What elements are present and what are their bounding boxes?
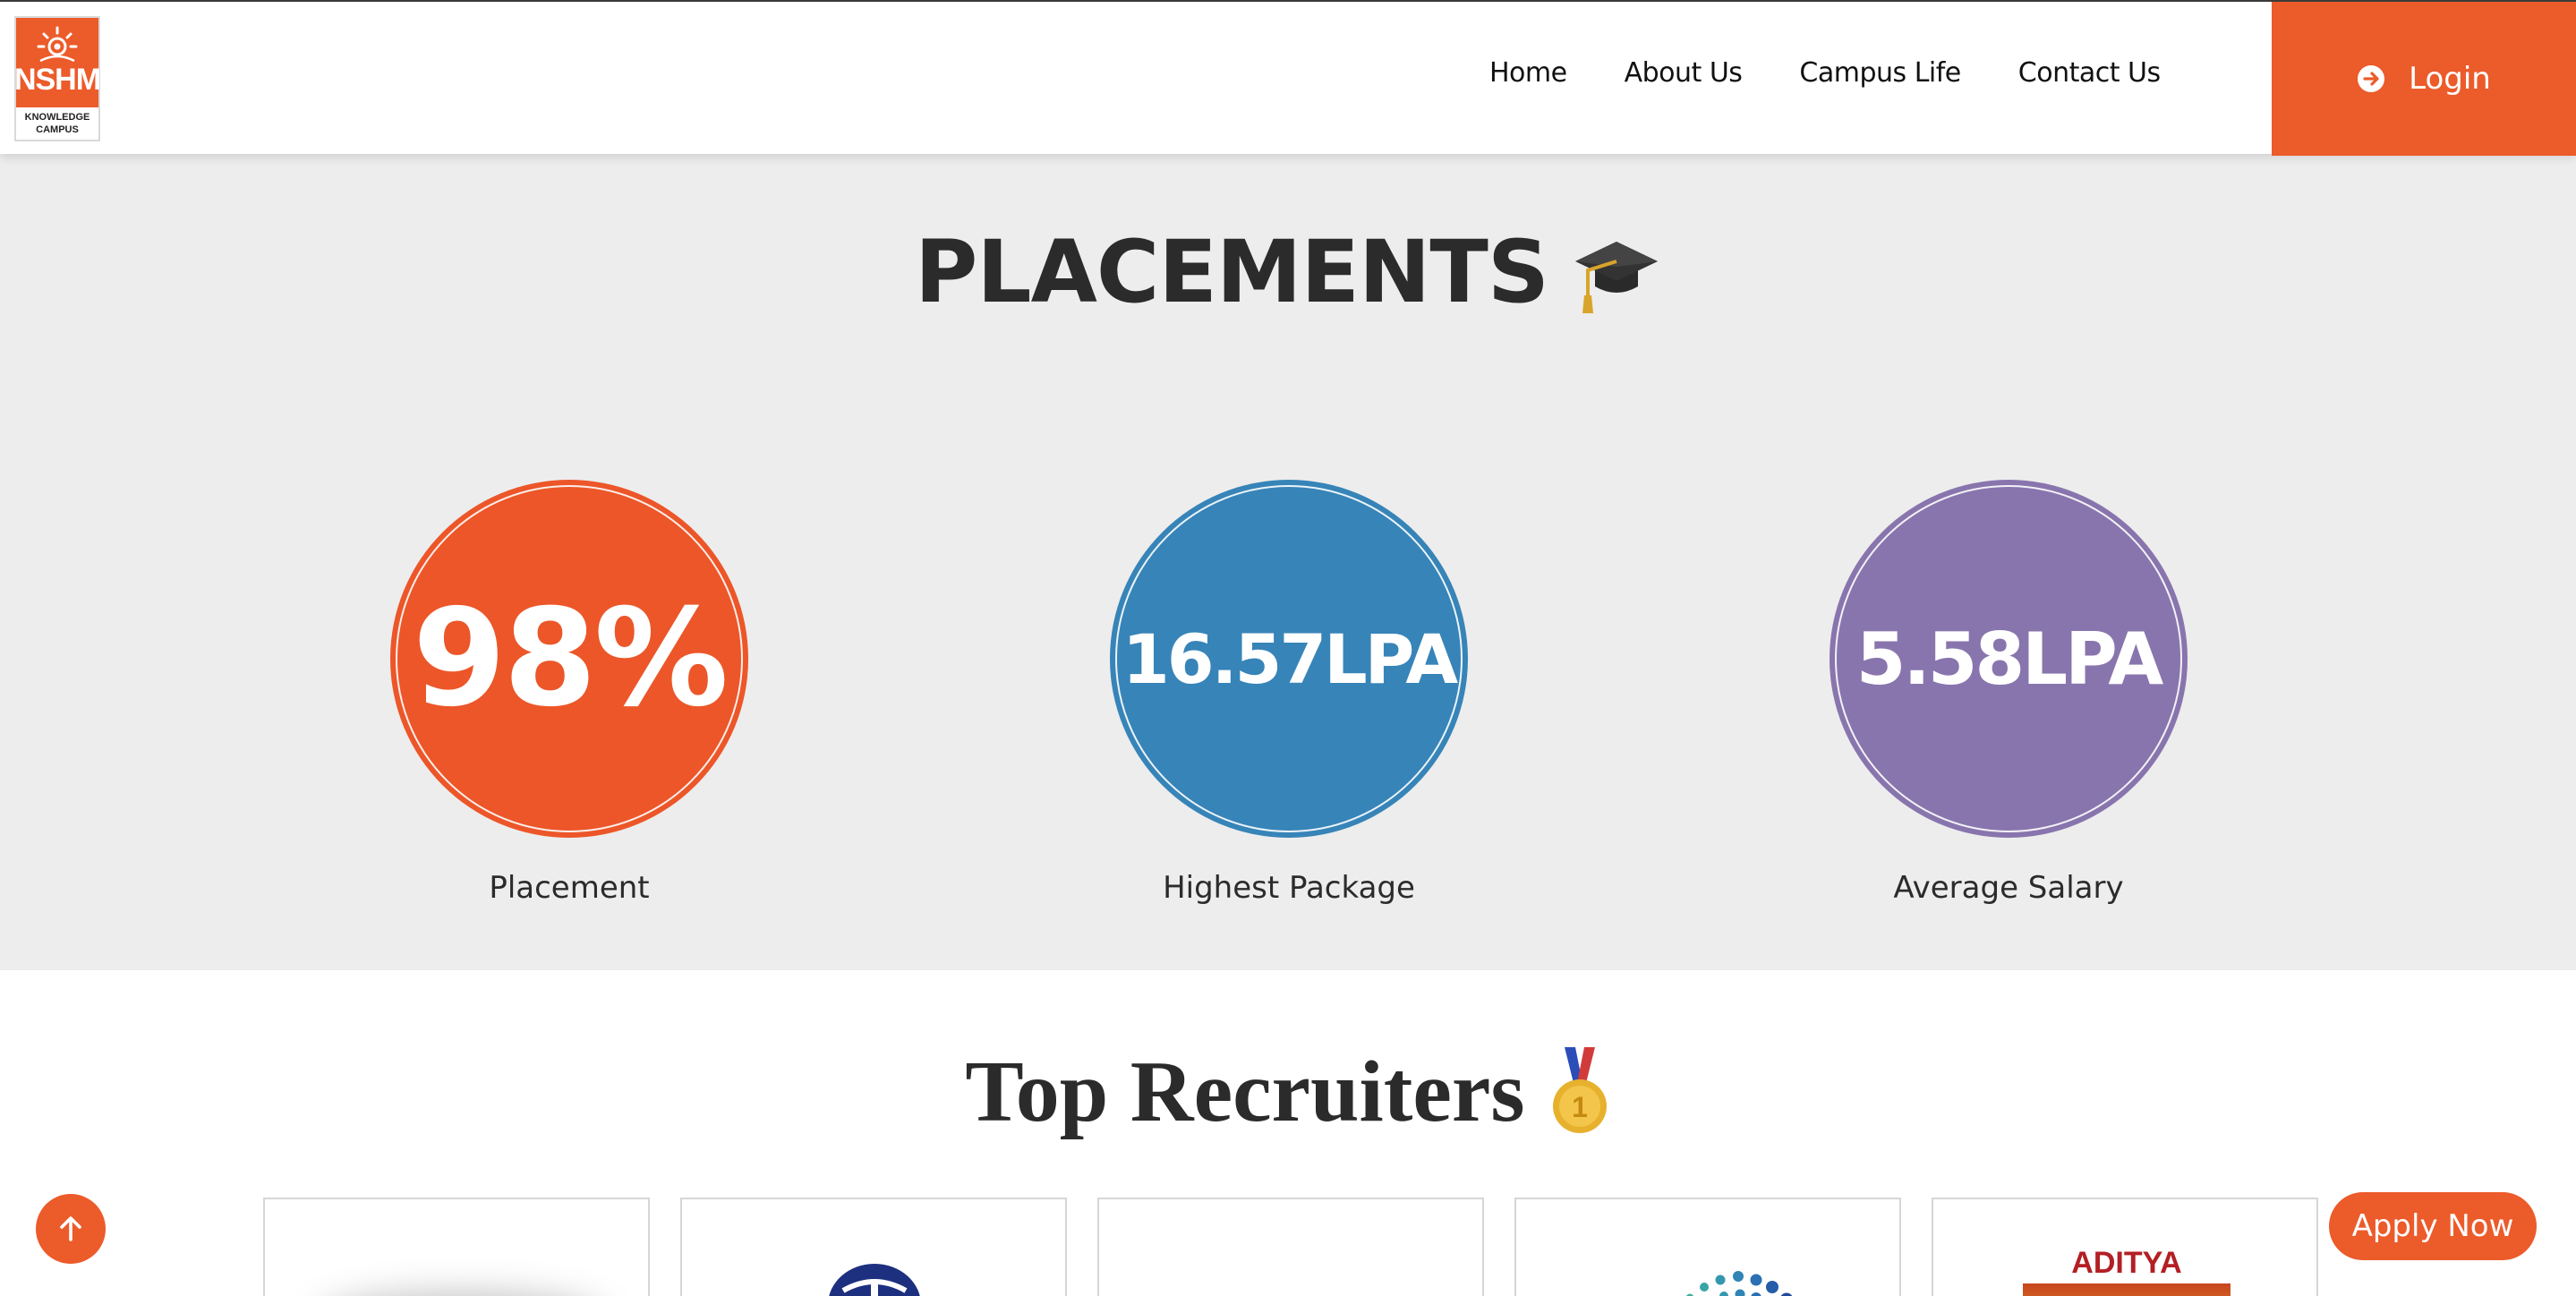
recruiters-title: Top Recruiters [965,1044,1525,1140]
nav-campus-life[interactable]: Campus Life [1799,57,1961,89]
stat-circle-placement: 98% [390,480,748,838]
recruiter-card[interactable] [680,1198,1067,1296]
sun-logo-icon [37,26,78,63]
recruiter-card[interactable] [263,1198,650,1296]
stat-value-placement: 98% [412,581,729,737]
top-recruiters-section: Top Recruiters 1 ADITYA [0,970,2576,1296]
tata-logo-icon [829,1264,920,1296]
arrow-up-icon [60,1216,81,1241]
stat-placement: 98% Placement [390,480,748,906]
dotted-arc-logo-icon [1685,1271,1793,1296]
nav-about-us[interactable]: About Us [1625,57,1743,89]
aditya-birla-logo-mark [2023,1283,2231,1296]
svg-text:1: 1 [1572,1091,1588,1123]
recruiters-heading: Top Recruiters 1 [0,1042,2576,1142]
recruiter-carousel: ADITYA BIRLA [263,1198,2318,1296]
placements-section: PLACEMENTS 98% Placement 16.57LPA Highes… [0,154,2576,970]
stat-highest-package: 16.57LPA Highest Package [1110,480,1468,906]
stat-label-highest-package: Highest Package [1163,870,1415,906]
stat-label-average-salary: Average Salary [1893,870,2124,906]
placements-heading: PLACEMENTS [0,222,2576,322]
login-button[interactable]: Login [2272,2,2576,156]
stat-value-highest-package: 16.57LPA [1122,618,1458,699]
recruiter-card[interactable] [1097,1198,1484,1296]
recruiter-card[interactable]: ADITYA BIRLA [1932,1198,2318,1296]
nshm-logo[interactable]: NSHM KNOWLEDGE CAMPUS [13,16,101,141]
graduation-cap-icon [1574,242,1658,313]
logo-brand-text: NSHM [13,63,101,97]
site-header: NSHM KNOWLEDGE CAMPUS Home About Us Camp… [0,0,2576,156]
scroll-to-top-button[interactable] [36,1194,106,1264]
apply-now-button[interactable]: Apply Now [2329,1192,2537,1260]
nav-contact-us[interactable]: Contact Us [2018,57,2161,89]
stat-average-salary: 5.58LPA Average Salary [1830,480,2188,906]
stat-circle-highest-package: 16.57LPA [1110,480,1468,838]
nav-home[interactable]: Home [1489,57,1567,89]
first-place-medal-icon: 1 [1552,1047,1607,1133]
recruiter-card[interactable] [1514,1198,1901,1296]
login-label: Login [2409,61,2491,97]
placements-title: PLACEMENTS [915,222,1549,322]
main-nav: Home About Us Campus Life Contact Us [1489,57,2161,89]
stat-label-placement: Placement [489,870,650,906]
aditya-birla-logo-text: ADITYA BIRLA [2071,1246,2182,1296]
logo-subtitle: KNOWLEDGE CAMPUS [16,107,98,140]
stat-value-average-salary: 5.58LPA [1855,617,2164,701]
arrow-right-circle-icon [2358,65,2385,92]
stat-circle-average-salary: 5.58LPA [1830,480,2188,838]
